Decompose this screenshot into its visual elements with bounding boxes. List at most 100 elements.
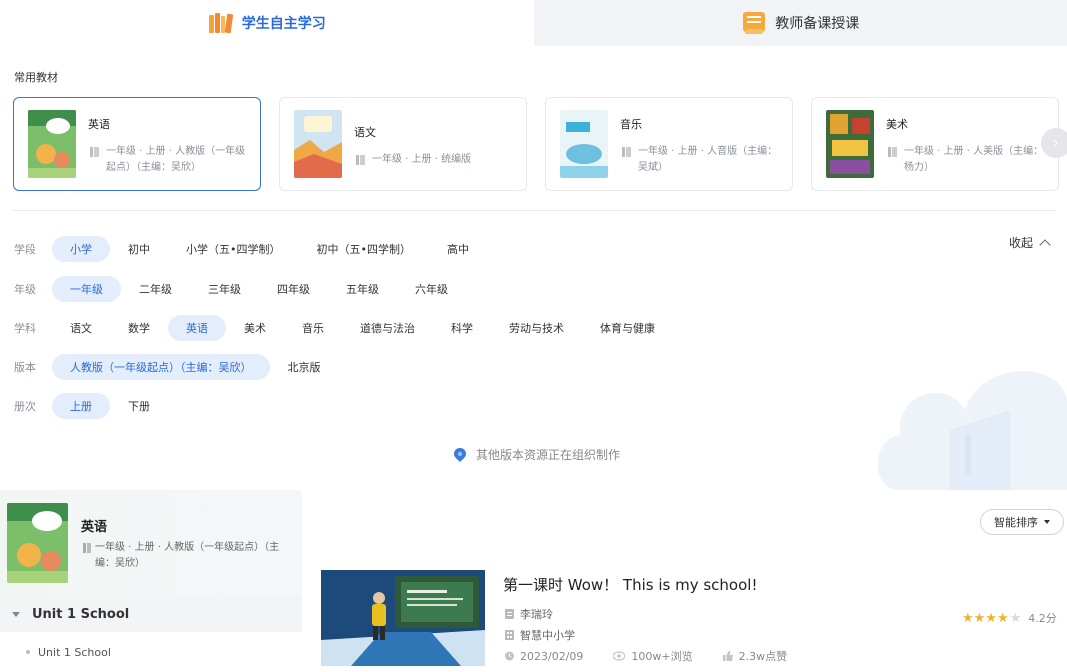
resource-teacher: 李瑞玲 [505, 606, 553, 622]
building-icon [505, 630, 514, 640]
book-header: 英语 一年级 · 上册 · 人教版（一年级起点）（主编：吴欣） [0, 490, 302, 596]
resource-title[interactable]: 第一课时 Wow！ This is my school! [503, 574, 757, 595]
book-meta: 一年级 · 上册 · 人美版（主编：杨力） [888, 144, 1046, 176]
book-cards: 英语 一年级 · 上册 · 人教版（一年级起点）（主编：吴欣） 语文 一年级 ·… [13, 97, 1059, 191]
caret-down-icon [1044, 520, 1050, 524]
unit-item[interactable]: Unit 1 School [0, 596, 302, 632]
filter-option-volume[interactable]: 上册 [52, 393, 110, 419]
book-title: 英语 [81, 520, 108, 535]
book-card-music[interactable]: 音乐 一年级 · 上册 · 人音版（主编：吴斌） [545, 97, 793, 191]
filter-subject: 学科 语文 数学 英语 美术 音乐 道德与法治 科学 劳动与技术 体育与健康 [14, 315, 673, 341]
filter-option-subject[interactable]: 数学 [110, 315, 168, 341]
divider [13, 210, 1056, 211]
book-cover-english [7, 503, 68, 583]
book-cover-art [826, 110, 874, 178]
chevron-up-icon [1039, 238, 1051, 251]
filter-label: 版本 [14, 361, 36, 374]
filter-options: 人教版（一年级起点）（主编：吴欣） 北京版 [52, 354, 339, 380]
resource-thumbnail[interactable] [321, 570, 485, 666]
book-card-art[interactable]: 美术 一年级 · 上册 · 人美版（主编：杨力） [811, 97, 1059, 191]
filter-option-grade[interactable]: 五年级 [328, 276, 397, 302]
filter-option-grade[interactable]: 三年级 [190, 276, 259, 302]
date-stat: 2023/02/09 [505, 648, 583, 664]
notice: 其他版本资源正在组织制作 [452, 446, 620, 463]
section-title: 常用教材 [14, 71, 58, 84]
filter-option-grade[interactable]: 四年级 [259, 276, 328, 302]
filter-stage: 学段 小学 初中 小学（五•四学制） 初中（五•四学制） 高中 [14, 236, 487, 262]
book-card-english[interactable]: 英语 一年级 · 上册 · 人教版（一年级起点）（主编：吴欣） [13, 97, 261, 191]
book-icon [622, 147, 631, 157]
sort-label: 智能排序 [994, 516, 1038, 529]
filter-option-subject[interactable]: 语文 [52, 315, 110, 341]
eye-icon [613, 651, 626, 661]
book-meta: 一年级 · 上册 · 人教版（一年级起点）（主编：吴欣） [83, 540, 295, 572]
lesson-item[interactable]: Unit 1 School [0, 632, 302, 672]
filter-option-stage[interactable]: 小学（五•四学制） [168, 236, 299, 262]
filter-options: 语文 数学 英语 美术 音乐 道德与法治 科学 劳动与技术 体育与健康 [52, 315, 673, 341]
filter-option-stage[interactable]: 初中 [110, 236, 168, 262]
star-rating-icon: ★★★★ [962, 610, 1009, 626]
filter-grade: 年级 一年级 二年级 三年级 四年级 五年级 六年级 [14, 276, 466, 302]
filter-option-volume[interactable]: 下册 [110, 393, 168, 419]
filter-option-subject[interactable]: 科学 [433, 315, 491, 341]
cloud-decoration-icon [877, 371, 1067, 490]
tab-teacher-lesson-prep[interactable]: 教师备课授课 [533, 0, 1067, 46]
chevron-right-icon: › [1053, 135, 1059, 151]
filter-option-grade[interactable]: 六年级 [397, 276, 466, 302]
book-icon [356, 155, 365, 165]
filter-option-subject[interactable]: 道德与法治 [342, 315, 433, 341]
tab-student-self-study[interactable]: 学生自主学习 [0, 0, 534, 46]
books-icon [208, 13, 233, 34]
next-arrow-button[interactable]: › [1041, 128, 1067, 158]
notice-text: 其他版本资源正在组织制作 [476, 448, 621, 462]
filter-option-subject[interactable]: 英语 [168, 315, 226, 341]
filter-option-subject[interactable]: 音乐 [284, 315, 342, 341]
book-cover-chinese [294, 110, 342, 178]
unit-label: Unit 1 School [32, 606, 130, 622]
tab-label: 教师备课授课 [775, 16, 860, 32]
filter-option-subject[interactable]: 劳动与技术 [491, 315, 582, 341]
star-empty-icon: ★ [1009, 610, 1022, 626]
bullet-icon [26, 650, 30, 654]
filter-label: 年级 [14, 283, 36, 296]
book-cover-music [560, 110, 608, 178]
book-name: 英语 [88, 118, 110, 131]
resource-source: 智慧中小学 [505, 627, 575, 643]
book-card-chinese[interactable]: 语文 一年级 · 上册 · 统编版 [279, 97, 527, 191]
filter-label: 册次 [14, 400, 36, 413]
resource-stats: 2023/02/09 100w+浏览 2.3w点赞 [505, 648, 787, 664]
filter-option-edition[interactable]: 北京版 [270, 354, 339, 380]
filter-option-grade[interactable]: 一年级 [52, 276, 121, 302]
book-name: 语文 [354, 126, 376, 139]
collapse-button[interactable]: 收起 [1009, 234, 1051, 251]
filter-option-grade[interactable]: 二年级 [121, 276, 190, 302]
filter-option-stage[interactable]: 初中（五•四学制） [299, 236, 430, 262]
filter-option-subject[interactable]: 体育与健康 [582, 315, 673, 341]
book-meta: 一年级 · 上册 · 人教版（一年级起点）（主编：吴欣） [90, 144, 248, 176]
filter-option-stage[interactable]: 高中 [429, 236, 487, 262]
lesson-label: Unit 1 School [38, 645, 111, 659]
views-stat: 100w+浏览 [613, 648, 693, 664]
book-meta: 一年级 · 上册 · 统编版 [356, 152, 514, 168]
book-icon [83, 543, 91, 553]
resource-rating: ★★★★ ★ 4.2分 [962, 610, 1057, 626]
thumbs-up-icon [722, 651, 733, 661]
filter-edition: 版本 人教版（一年级起点）（主编：吴欣） 北京版 [14, 354, 339, 380]
filter-options: 小学 初中 小学（五•四学制） 初中（五•四学制） 高中 [52, 236, 487, 262]
book-icon [888, 147, 897, 157]
clock-icon [505, 651, 514, 661]
likes-stat: 2.3w点赞 [722, 648, 787, 664]
info-icon [454, 447, 466, 462]
filter-option-edition[interactable]: 人教版（一年级起点）（主编：吴欣） [52, 354, 270, 380]
lesson-plan-icon [743, 12, 766, 34]
book-cover-english [28, 110, 76, 178]
document-icon [505, 609, 514, 619]
collapse-label: 收起 [1009, 236, 1034, 250]
filter-option-stage[interactable]: 小学 [52, 236, 110, 262]
top-tabs: 学生自主学习 教师备课授课 [0, 0, 1067, 46]
sort-dropdown[interactable]: 智能排序 [980, 509, 1064, 535]
rating-score: 4.2分 [1028, 612, 1057, 625]
filter-label: 学段 [14, 243, 36, 256]
filter-option-subject[interactable]: 美术 [226, 315, 284, 341]
tab-label: 学生自主学习 [241, 16, 326, 32]
